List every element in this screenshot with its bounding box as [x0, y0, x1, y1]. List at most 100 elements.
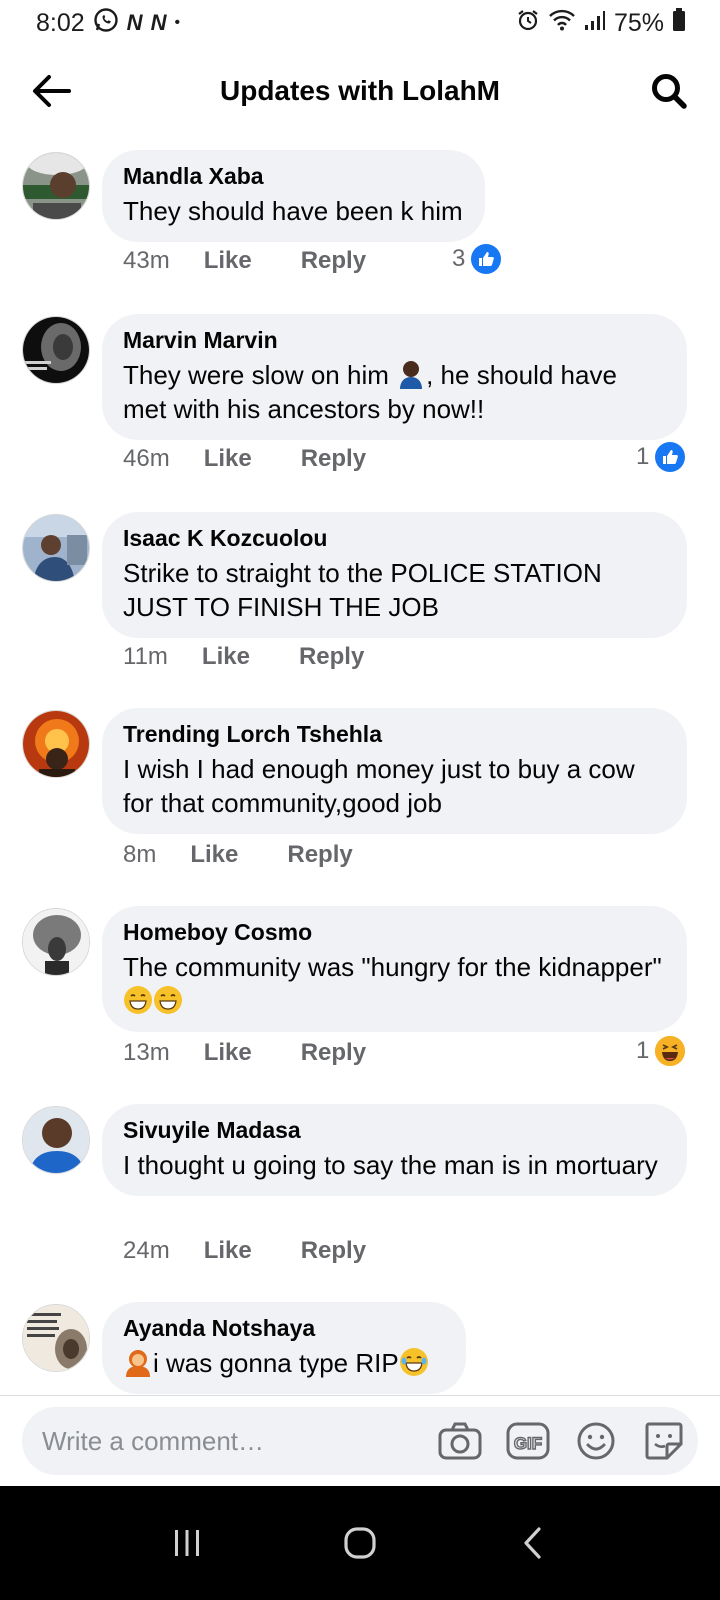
like-button[interactable]: Like: [202, 643, 250, 671]
comment-bubble[interactable]: Ayanda Notshaya i was gonna type RIP: [102, 1302, 466, 1394]
avatar[interactable]: [22, 908, 90, 976]
reaction-count: 1: [636, 1037, 650, 1064]
comment-bubble[interactable]: Trending Lorch Tshehla I wish I had enou…: [102, 708, 687, 834]
reply-button[interactable]: Reply: [287, 841, 352, 869]
recent-apps-button[interactable]: [157, 1513, 217, 1573]
comment-author[interactable]: Marvin Marvin: [123, 326, 665, 354]
comments-list: Mandla Xaba They should have been k him …: [0, 150, 720, 710]
reaction-summary[interactable]: 1: [636, 442, 686, 472]
comment-author[interactable]: Trending Lorch Tshehla: [123, 720, 665, 748]
notification-n-icon-2: N: [150, 10, 167, 35]
reaction-summary[interactable]: 3: [452, 244, 502, 274]
search-button[interactable]: [646, 68, 692, 114]
comment-time: 46m: [123, 445, 170, 472]
person-emoji-icon: [400, 361, 423, 389]
comment-item: Mandla Xaba They should have been k him …: [0, 150, 720, 314]
recent-apps-icon: [174, 1530, 199, 1556]
comment-bubble[interactable]: Mandla Xaba They should have been k him: [102, 150, 485, 242]
like-button[interactable]: Like: [204, 445, 252, 473]
reply-button[interactable]: Reply: [301, 247, 366, 275]
comment-item: Ayanda Notshaya i was gonna type RIP: [0, 1302, 720, 1394]
comment-item: Sivuyile Madasa I thought u going to say…: [0, 1104, 720, 1294]
avatar[interactable]: [22, 152, 90, 220]
svg-text:GIF: GIF: [514, 1434, 542, 1453]
like-button[interactable]: Like: [204, 1039, 252, 1067]
back-nav-button[interactable]: [503, 1513, 563, 1573]
page-title: Updates with LolahM: [220, 75, 500, 106]
more-notifications-dot: •: [174, 14, 181, 31]
comment-author[interactable]: Homeboy Cosmo: [123, 918, 665, 946]
comment-bubble[interactable]: Marvin Marvin They were slow on him , he…: [102, 314, 687, 440]
reply-button[interactable]: Reply: [301, 445, 366, 473]
comment-text: i was gonna type RIP: [123, 1346, 444, 1380]
like-button[interactable]: Like: [190, 841, 238, 869]
comment-time: 43m: [123, 247, 170, 274]
comment-author[interactable]: Isaac K Kozcuolou: [123, 524, 665, 552]
battery-percent: 75%: [613, 8, 664, 37]
composer-divider: [0, 1395, 720, 1396]
status-bar: 8:02 N N • 75%: [0, 0, 720, 46]
home-button[interactable]: [330, 1513, 390, 1573]
reaction-count: 1: [636, 443, 650, 470]
comment-bubble[interactable]: Sivuyile Madasa I thought u going to say…: [102, 1104, 687, 1196]
notification-n-icon: N: [126, 10, 143, 35]
app-header: Updates with LolahM: [0, 56, 720, 126]
comment-text-part: They were slow on him: [123, 360, 397, 390]
comment-author[interactable]: Mandla Xaba: [123, 162, 463, 190]
comment-text: They should have been k him: [123, 196, 463, 226]
thumbs-up-icon: [471, 244, 502, 274]
comment-author[interactable]: Sivuyile Madasa: [123, 1116, 665, 1144]
chevron-left-icon: [524, 1527, 541, 1559]
comment-actions: 8m Like Reply: [123, 841, 353, 869]
system-nav-bar: [0, 1486, 720, 1600]
back-button[interactable]: [28, 68, 74, 114]
laughing-emoji-icon: [399, 1348, 428, 1376]
comment-actions: 24m Like Reply: [123, 1237, 366, 1265]
comment-text: I thought u going to say the man is in m…: [123, 1150, 658, 1180]
reply-button[interactable]: Reply: [301, 1237, 366, 1265]
status-bar-left: 8:02 N N •: [36, 7, 180, 40]
comment-item: Homeboy Cosmo The community was "hungry …: [0, 906, 720, 1096]
wifi-icon: [548, 8, 576, 39]
avatar[interactable]: [22, 710, 90, 778]
sticker-button[interactable]: [642, 1419, 686, 1463]
comment-time: 8m: [123, 841, 157, 868]
comment-time: 13m: [123, 1039, 170, 1066]
avatar[interactable]: [22, 514, 90, 582]
comment-text: Strike to straight to the POLICE STATION…: [123, 558, 602, 622]
comment-composer: GIF: [22, 1407, 698, 1475]
alarm-icon: [516, 8, 540, 39]
comment-text-part: The community was "hungry for the kidnap…: [123, 952, 662, 982]
comment-input[interactable]: [42, 1425, 438, 1457]
avatar[interactable]: [22, 316, 90, 384]
battery-icon: [672, 7, 686, 39]
thumbs-up-icon: [655, 442, 686, 472]
gif-button[interactable]: GIF: [506, 1419, 550, 1463]
comment-bubble[interactable]: Homeboy Cosmo The community was "hungry …: [102, 906, 687, 1032]
emoji-button[interactable]: [574, 1419, 618, 1463]
signal-icon: [584, 9, 606, 38]
camera-button[interactable]: [438, 1419, 482, 1463]
whatsapp-icon: [93, 7, 119, 40]
comment-item: Isaac K Kozcuolou Strike to straight to …: [0, 512, 720, 710]
comment-actions: 11m Like Reply: [123, 643, 364, 671]
person-gesturing-emoji-icon: [126, 1350, 150, 1377]
haha-reaction-icon: [655, 1036, 686, 1066]
like-button[interactable]: Like: [204, 1237, 252, 1265]
smiley-icon: [577, 1422, 615, 1460]
avatar[interactable]: [22, 1304, 90, 1372]
status-time: 8:02: [36, 8, 85, 37]
comment-author[interactable]: Ayanda Notshaya: [123, 1314, 444, 1342]
comment-text: I wish I had enough money just to buy a …: [123, 754, 635, 818]
comment-bubble[interactable]: Isaac K Kozcuolou Strike to straight to …: [102, 512, 687, 638]
reaction-summary[interactable]: 1: [636, 1036, 686, 1066]
reply-button[interactable]: Reply: [301, 1039, 366, 1067]
avatar[interactable]: [22, 1106, 90, 1174]
like-button[interactable]: Like: [204, 247, 252, 275]
reply-button[interactable]: Reply: [299, 643, 364, 671]
comment-item: Marvin Marvin They were slow on him , he…: [0, 314, 720, 512]
back-arrow-icon: [33, 75, 71, 107]
grinning-emoji-icon-2: [154, 986, 182, 1014]
comment-actions: 46m Like Reply: [123, 445, 366, 473]
comment-actions: 13m Like Reply: [123, 1039, 366, 1067]
